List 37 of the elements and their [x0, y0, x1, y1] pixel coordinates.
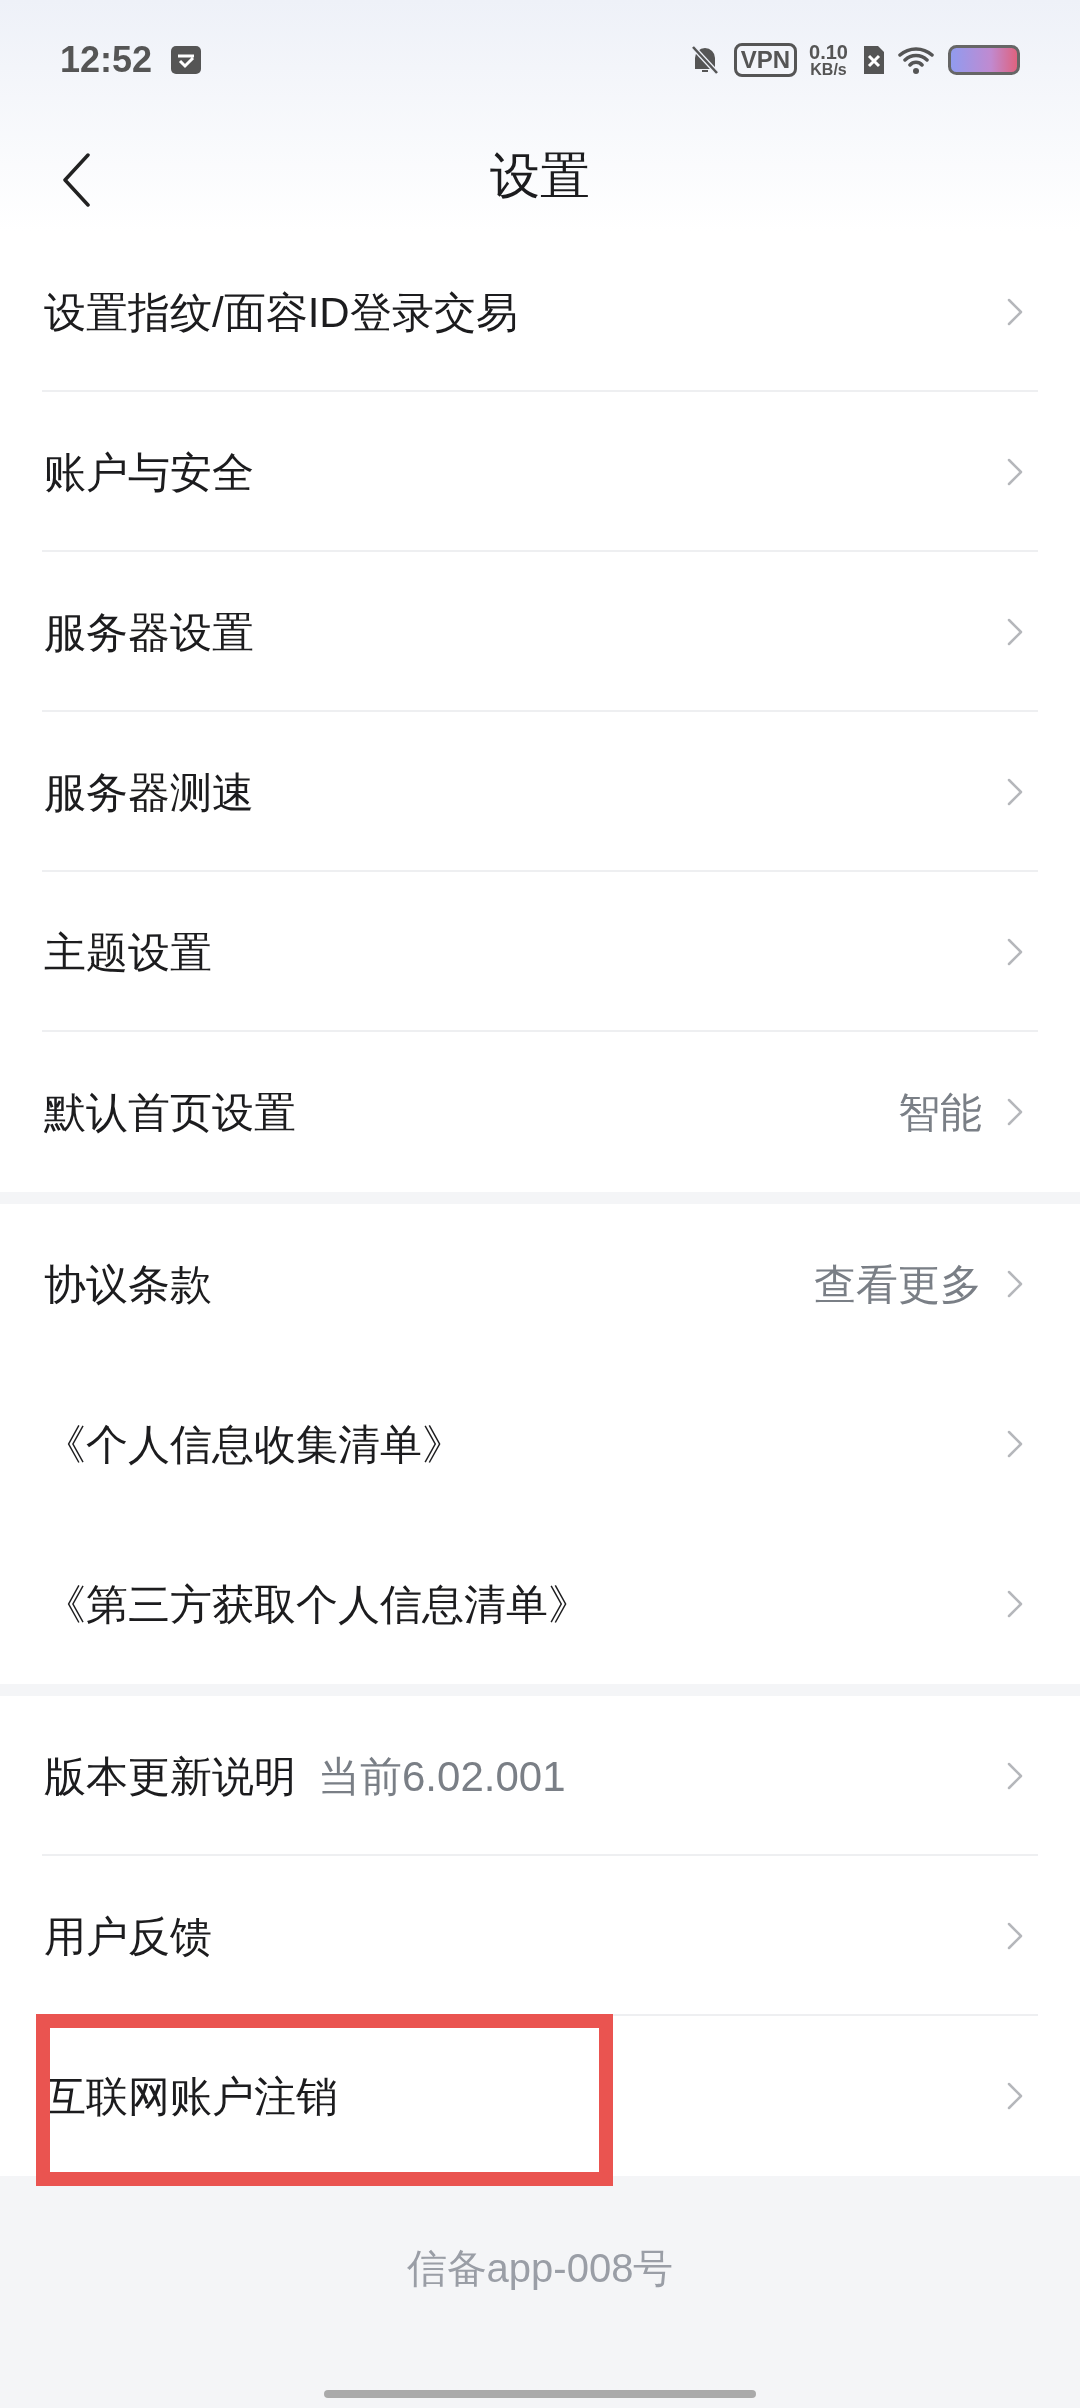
chevron-right-icon	[1006, 2081, 1024, 2111]
chevron-right-icon	[1006, 937, 1024, 967]
bell-muted-icon	[689, 44, 720, 76]
row-label: 协议条款	[44, 1259, 212, 1310]
vpn-badge: VPN	[733, 43, 798, 77]
page-title: 设置	[490, 146, 590, 206]
wifi-icon	[898, 45, 936, 75]
speed-unit: KB/s	[810, 62, 847, 78]
row-label: 主题设置	[44, 927, 212, 978]
chevron-right-icon	[1006, 297, 1024, 327]
row-label: 用户反馈	[44, 1911, 212, 1962]
battery-icon	[948, 45, 1020, 75]
chevron-right-icon	[1006, 457, 1024, 487]
row-value: 查看更多	[814, 1259, 982, 1310]
notification-icon	[170, 44, 203, 76]
row-label: 设置指纹/面容ID登录交易	[44, 287, 518, 338]
row-label: 服务器设置	[44, 607, 254, 658]
row-label: 《个人信息收集清单》	[44, 1419, 464, 1470]
version-note: 当前6.02.001	[318, 1751, 566, 1802]
chevron-right-icon	[1006, 1269, 1024, 1299]
chevron-right-icon	[1006, 1589, 1024, 1619]
row-label: 服务器测速	[44, 767, 254, 818]
chevron-right-icon	[1006, 1097, 1024, 1127]
row-label: 默认首页设置	[44, 1087, 296, 1138]
row-label: 版本更新说明	[44, 1751, 296, 1802]
sim-icon	[862, 44, 886, 76]
chevron-right-icon	[1006, 617, 1024, 647]
status-time: 12:52	[60, 38, 153, 82]
row-label: 《第三方获取个人信息清单》	[44, 1579, 590, 1630]
chevron-right-icon	[1006, 777, 1024, 807]
footer-text: 信备app-008号	[406, 2245, 674, 2292]
row-value: 智能	[898, 1087, 982, 1138]
chevron-right-icon	[1006, 1429, 1024, 1459]
chevron-right-icon	[1006, 1921, 1024, 1951]
network-speed: 0.10	[809, 42, 848, 62]
row-label: 账户与安全	[44, 447, 254, 498]
chevron-right-icon	[1006, 1761, 1024, 1791]
